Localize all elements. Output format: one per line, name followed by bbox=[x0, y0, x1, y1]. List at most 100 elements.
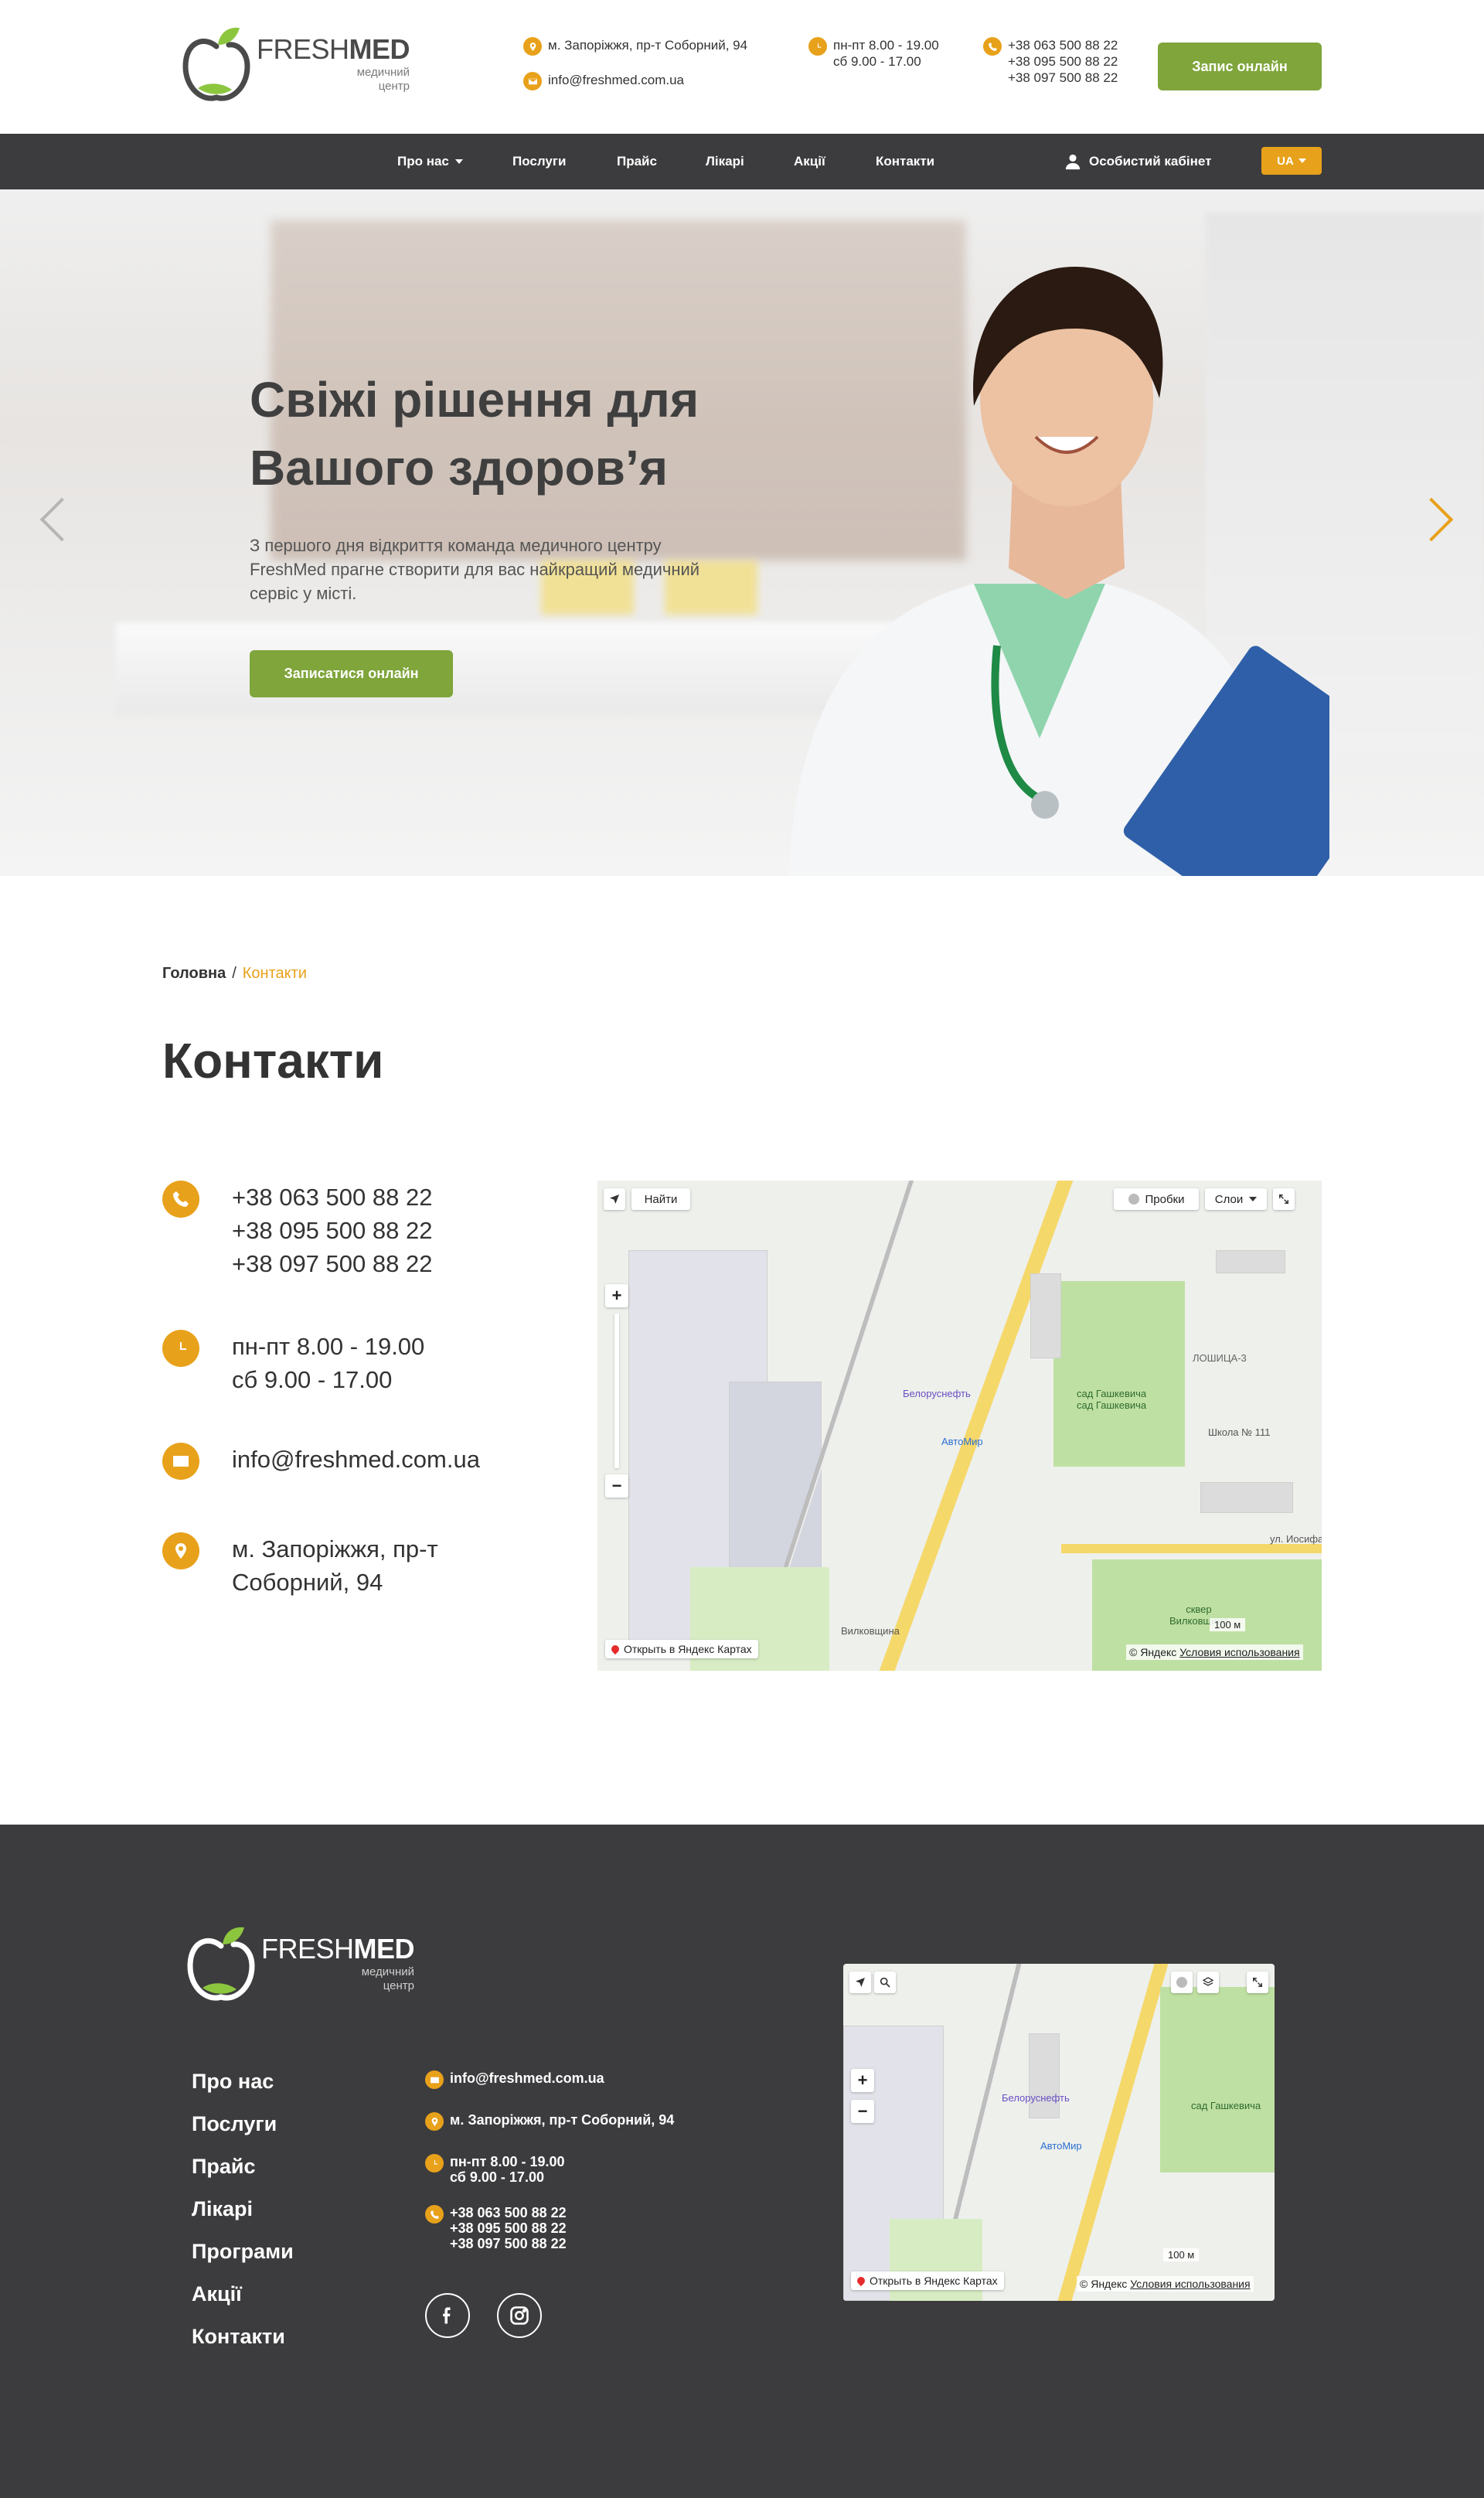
hero-book-button[interactable]: Записатися онлайн bbox=[250, 650, 453, 697]
traffic-icon bbox=[1128, 1194, 1139, 1205]
envelope-icon bbox=[162, 1443, 199, 1480]
map-block bbox=[1030, 1273, 1061, 1358]
contacts-map[interactable]: ЛОШИЦА-3 сад Гашкевича сад Гашкевича скве… bbox=[597, 1181, 1322, 1671]
footer-logo[interactable]: FRESHMED медичний центр bbox=[186, 1921, 415, 2006]
footer-phones[interactable]: +38 063 500 88 22 +38 095 500 88 22 +38 09… bbox=[425, 2205, 567, 2251]
site-header: FRESHMED медичний центр м. Запоріжжя, пр-… bbox=[0, 0, 1484, 134]
map-terms-link[interactable]: Условия использования bbox=[1130, 2278, 1250, 2290]
phone-icon bbox=[983, 37, 1002, 56]
map-park-label: сад Гашкевича сад Гашкевича bbox=[1077, 1388, 1147, 1411]
book-online-button[interactable]: Запис онлайн bbox=[1158, 43, 1322, 90]
contact-phones: +38 063 500 88 22 +38 095 500 88 22 +38 09… bbox=[162, 1181, 432, 1280]
footer-link-services[interactable]: Послуги bbox=[192, 2112, 277, 2136]
footer-link-programs[interactable]: Програми bbox=[192, 2240, 294, 2264]
clock-icon bbox=[425, 2154, 444, 2173]
contact-email[interactable]: info@freshmed.com.ua bbox=[162, 1443, 480, 1480]
location-pin-icon bbox=[425, 2112, 444, 2131]
map-open-yandex-link[interactable]: Открыть в Яндекс Картах bbox=[851, 2271, 1004, 2290]
map-open-yandex-link[interactable]: Открыть в Яндекс Картах bbox=[605, 1640, 758, 1658]
envelope-icon bbox=[523, 72, 542, 90]
map-layers-button[interactable]: Слои bbox=[1205, 1188, 1267, 1210]
map-pin-icon bbox=[855, 2275, 867, 2287]
map-traffic-button[interactable]: Пробки bbox=[1114, 1188, 1199, 1210]
map-block bbox=[1200, 1482, 1293, 1513]
nav-item-prices[interactable]: Прайс bbox=[617, 134, 657, 189]
map-street-label: ул. Иосифа bbox=[1270, 1533, 1322, 1545]
map-zoom-in-button[interactable]: + bbox=[605, 1284, 628, 1307]
apple-logo-icon bbox=[187, 1927, 255, 2001]
map-search-button[interactable] bbox=[874, 1971, 896, 1993]
breadcrumb-current: Контакти bbox=[242, 965, 307, 982]
map-zoom-in-button[interactable]: + bbox=[851, 2069, 874, 2092]
phone-icon bbox=[425, 2205, 444, 2224]
personal-cabinet-link[interactable]: Особистий кабінет bbox=[1064, 134, 1211, 189]
map-layers-button[interactable] bbox=[1197, 1971, 1219, 1993]
header-address: м. Запоріжжя, пр-т Соборний, 94 bbox=[523, 37, 747, 56]
map-locate-button[interactable] bbox=[604, 1188, 625, 1210]
footer-email[interactable]: info@freshmed.com.ua bbox=[425, 2070, 604, 2089]
page-title: Контакти bbox=[162, 1033, 384, 1089]
footer-link-doctors[interactable]: Лікарі bbox=[192, 2197, 253, 2221]
map-zoom-out-button[interactable]: − bbox=[851, 2100, 874, 2123]
traffic-icon bbox=[1176, 1977, 1187, 1988]
search-icon bbox=[880, 1977, 890, 1988]
nav-item-doctors[interactable]: Лікарі bbox=[706, 134, 744, 189]
navigation-arrow-icon bbox=[610, 1194, 619, 1204]
map-road bbox=[879, 1181, 1074, 1671]
location-pin-icon bbox=[162, 1532, 199, 1569]
map-fullscreen-button[interactable] bbox=[1273, 1188, 1295, 1210]
breadcrumb-home[interactable]: Головна bbox=[162, 965, 226, 982]
logo-wordmark: FRESHMED медичний центр bbox=[261, 1933, 415, 1992]
doctor-photo bbox=[788, 267, 1329, 876]
clock-icon bbox=[162, 1330, 199, 1367]
hero-slider: Свіжі рішення для Вашого здоров’я З перш… bbox=[0, 189, 1484, 876]
chevron-down-icon bbox=[1249, 1197, 1258, 1201]
navigation-arrow-icon bbox=[856, 1978, 865, 1987]
map-park bbox=[1160, 1987, 1275, 2173]
contact-phone-2[interactable]: +38 095 500 88 22 bbox=[232, 1214, 432, 1247]
map-district-label: ЛОШИЦА-3 bbox=[1193, 1352, 1247, 1364]
hero-title: Свіжі рішення для Вашого здоров’я bbox=[250, 372, 699, 496]
map-block bbox=[1029, 2033, 1060, 2118]
header-phones[interactable]: +38 063 500 88 22 +38 095 500 88 22 +38 09… bbox=[983, 37, 1118, 86]
expand-icon bbox=[1279, 1194, 1288, 1204]
nav-item-contacts[interactable]: Контакти bbox=[876, 134, 934, 189]
map-school-label: Школа № 111 bbox=[1208, 1426, 1271, 1438]
nav-item-services[interactable]: Послуги bbox=[512, 134, 566, 189]
footer-link-promotions[interactable]: Акції bbox=[192, 2282, 242, 2306]
map-poi-label: АвтоМир bbox=[1040, 2140, 1082, 2152]
map-fullscreen-button[interactable] bbox=[1247, 1971, 1268, 1993]
instagram-link[interactable] bbox=[497, 2293, 542, 2338]
nav-item-promotions[interactable]: Акції bbox=[794, 134, 825, 189]
expand-icon bbox=[1253, 1978, 1262, 1987]
map-copyright: © Яндекс Условия использования bbox=[1077, 2276, 1254, 2292]
map-poi-label: АвтоМир bbox=[941, 1436, 983, 1447]
map-find-button[interactable]: Найти bbox=[631, 1188, 690, 1210]
contact-phone-1[interactable]: +38 063 500 88 22 bbox=[232, 1181, 432, 1214]
header-logo[interactable]: FRESHMED медичний центр bbox=[181, 22, 410, 107]
site-footer: FRESHMED медичний центр Про нас Послуги П… bbox=[0, 1825, 1484, 2498]
envelope-icon bbox=[425, 2070, 444, 2089]
footer-link-prices[interactable]: Прайс bbox=[192, 2155, 256, 2179]
header-hours: пн-пт 8.00 - 19.00 сб 9.00 - 17.00 bbox=[808, 37, 939, 70]
map-traffic-button[interactable] bbox=[1171, 1971, 1193, 1993]
map-road bbox=[1057, 1964, 1169, 2301]
map-scale: 100 м bbox=[1210, 1618, 1246, 1631]
logo-wordmark: FRESHMED медичний центр bbox=[257, 33, 410, 93]
footer-link-about[interactable]: Про нас bbox=[192, 2070, 274, 2094]
map-poi-label: Белоруснефть bbox=[903, 1388, 971, 1399]
breadcrumb: Головна / Контакти bbox=[162, 965, 307, 983]
map-locate-button[interactable] bbox=[849, 1971, 871, 1993]
facebook-link[interactable] bbox=[425, 2293, 470, 2338]
map-zoom-slider[interactable] bbox=[614, 1314, 619, 1468]
breadcrumb-separator: / bbox=[232, 965, 237, 982]
contact-phone-3[interactable]: +38 097 500 88 22 bbox=[232, 1247, 432, 1280]
footer-link-contacts[interactable]: Контакти bbox=[192, 2325, 285, 2349]
language-switcher[interactable]: UA bbox=[1261, 147, 1322, 175]
map-pin-icon bbox=[609, 1643, 621, 1655]
map-zoom-out-button[interactable]: − bbox=[605, 1474, 628, 1498]
footer-map[interactable]: сад Гашкевича Белоруснефть АвтоМир + − О… bbox=[843, 1964, 1275, 2301]
map-terms-link[interactable]: Условия использования bbox=[1179, 1646, 1299, 1658]
nav-item-about[interactable]: Про нас bbox=[397, 134, 463, 189]
header-email[interactable]: info@freshmed.com.ua bbox=[523, 72, 684, 90]
